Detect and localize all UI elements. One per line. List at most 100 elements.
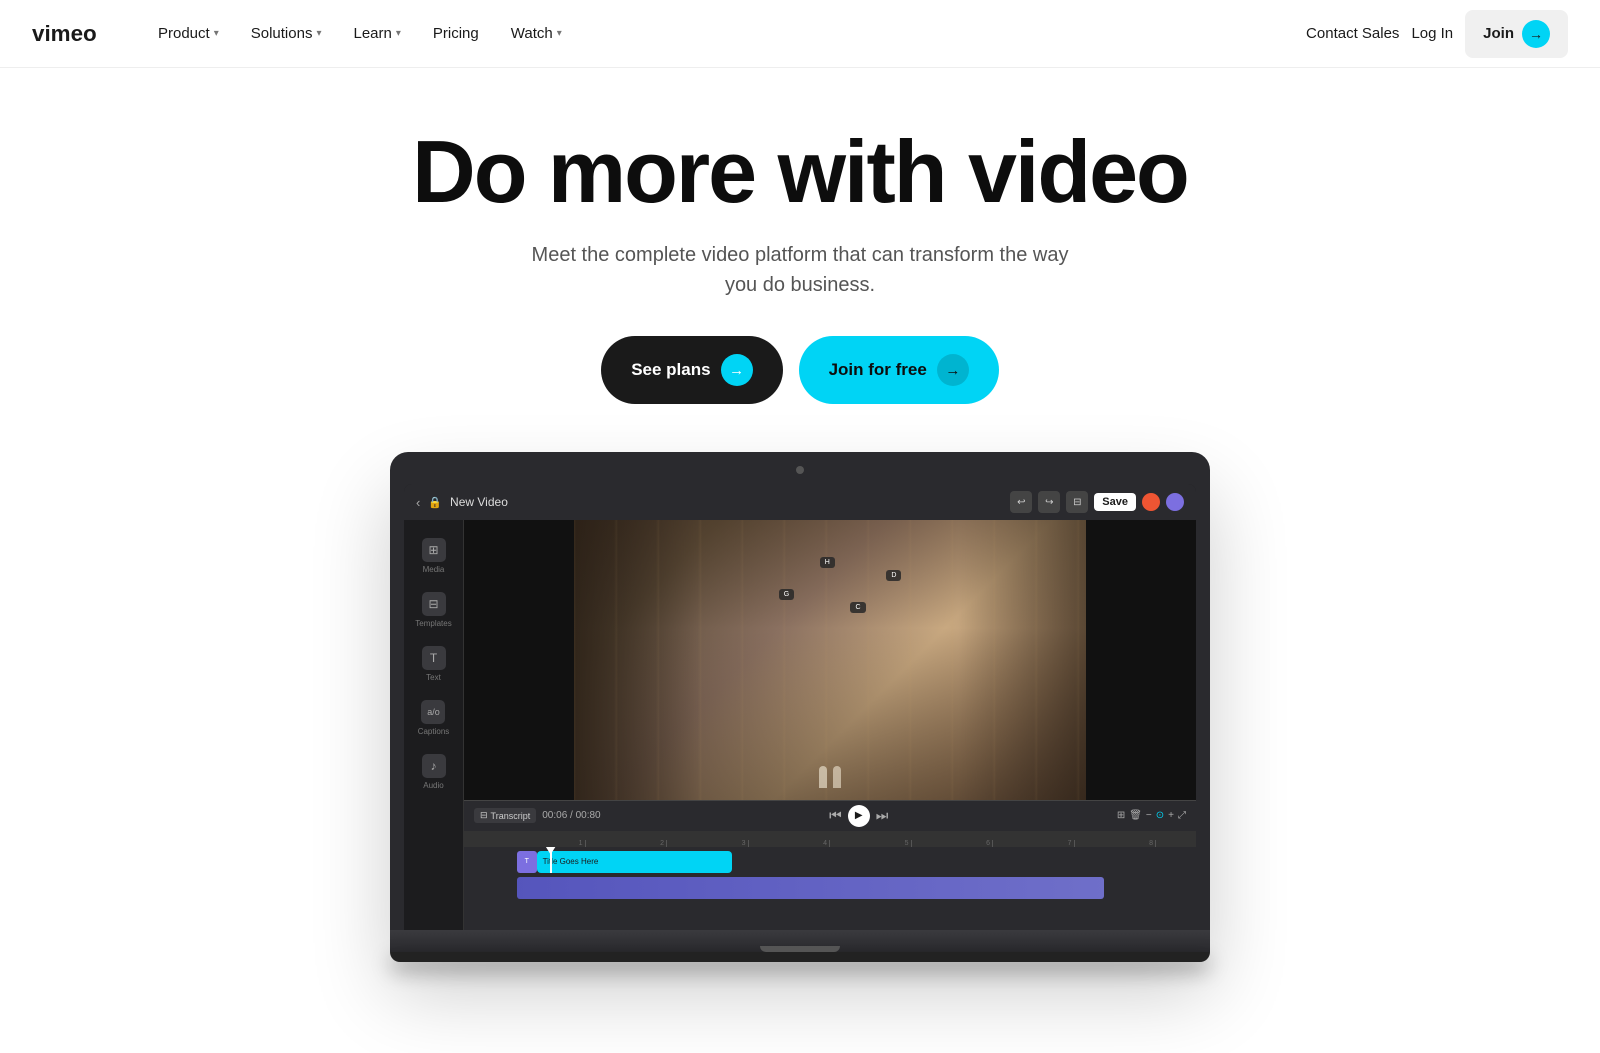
editor-sidebar: ⊞ Media ⊟ Templates T Text a/o	[404, 520, 464, 930]
ruler-mark: 4	[749, 840, 831, 847]
playhead	[550, 851, 552, 873]
play-button[interactable]: ▶	[848, 805, 870, 827]
join-button[interactable]: Join →	[1465, 10, 1568, 58]
transcript-icon: ⊟	[480, 810, 488, 821]
laptop-foot	[390, 952, 1210, 962]
expand-icon[interactable]: ⤢	[1178, 810, 1186, 821]
screen-topbar: ‹ 🔒 New Video ↩ ↪ ⊟ Save	[404, 484, 1196, 520]
nav-right: Contact Sales Log In Join →	[1306, 10, 1568, 58]
timeline-time: 00:06 / 00:80	[542, 810, 600, 821]
svg-text:vimeo: vimeo	[32, 20, 97, 45]
timeline-left: ⊟ Transcript 00:06 / 00:80	[474, 808, 601, 823]
chevron-down-icon: ▾	[557, 28, 562, 39]
vimeo-logo-svg: vimeo	[32, 20, 112, 48]
timeline-ruler: 1 2 3 4 5 6 7 8	[464, 831, 1196, 847]
captions-tool[interactable]: a/o Captions	[412, 694, 456, 742]
ruler-mark: 1	[504, 840, 586, 847]
laptop-mockup: ‹ 🔒 New Video ↩ ↪ ⊟ Save	[390, 452, 1210, 962]
nav-learn[interactable]: Learn ▾	[339, 17, 414, 50]
laptop-screen: ‹ 🔒 New Video ↩ ↪ ⊟ Save	[404, 484, 1196, 930]
media-label: Media	[423, 565, 445, 574]
editor-main: H G D C ⊟	[464, 520, 1196, 930]
audio-tool[interactable]: ♪ Audio	[416, 748, 452, 796]
nav-watch[interactable]: Watch ▾	[497, 17, 576, 50]
media-tool[interactable]: ⊞ Media	[416, 532, 452, 580]
chevron-down-icon: ▾	[316, 28, 321, 39]
chevron-down-icon: ▾	[396, 28, 401, 39]
text-label: Text	[426, 673, 441, 682]
undo-icon[interactable]: ↩	[1010, 491, 1032, 513]
templates-label: Templates	[415, 619, 451, 628]
video-track	[504, 877, 1156, 899]
ruler-mark: 7	[993, 840, 1075, 847]
captions-icon: a/o	[421, 700, 445, 724]
audio-icon: ♪	[422, 754, 446, 778]
text-clip[interactable]: Title Goes Here	[537, 851, 733, 873]
arrow-icon: →	[721, 354, 753, 386]
topbar-title: New Video	[450, 495, 508, 509]
laptop-base	[390, 930, 1210, 952]
hero-buttons: See plans → Join for free →	[601, 336, 999, 404]
text-track: T Title Goes Here	[504, 851, 1156, 873]
laptop-body: ‹ 🔒 New Video ↩ ↪ ⊟ Save	[390, 452, 1210, 952]
templates-tool[interactable]: ⊟ Templates	[409, 586, 457, 634]
navbar: vimeo Product ▾ Solutions ▾ Learn ▾ Pric…	[0, 0, 1600, 68]
split-icon[interactable]: ⊞	[1117, 810, 1125, 821]
hero-section: Do more with video Meet the complete vid…	[0, 68, 1600, 962]
audio-label: Audio	[423, 781, 443, 790]
timeline-playback: ⏮ ▶ ⏭	[829, 805, 888, 827]
video-label-g: G	[779, 589, 794, 600]
captions-icon[interactable]: ⊟	[1066, 491, 1088, 513]
ruler-mark: 5	[830, 840, 912, 847]
text-icon: T	[422, 646, 446, 670]
contact-sales-link[interactable]: Contact Sales	[1306, 25, 1399, 42]
video-preview: H G D C	[574, 520, 1086, 800]
skip-forward-icon[interactable]: ⏭	[876, 807, 889, 824]
arrow-icon: →	[937, 354, 969, 386]
main-video-clip[interactable]	[517, 877, 1104, 899]
logo[interactable]: vimeo	[32, 20, 112, 48]
media-icon: ⊞	[422, 538, 446, 562]
delete-icon[interactable]: 🗑	[1129, 810, 1142, 821]
timeline-tracks: T Title Goes Here	[464, 847, 1196, 930]
nav-solutions[interactable]: Solutions ▾	[237, 17, 336, 50]
ruler-marks: 1 2 3 4 5 6 7 8	[464, 831, 1196, 847]
zoom-out-icon[interactable]: −	[1146, 810, 1152, 821]
text-clip-t[interactable]: T	[517, 851, 537, 873]
topbar-left: ‹ 🔒 New Video	[416, 495, 508, 510]
record-icon	[1142, 493, 1160, 511]
arrow-icon: →	[1522, 20, 1550, 48]
video-label-d: D	[886, 570, 901, 581]
join-free-button[interactable]: Join for free →	[799, 336, 999, 404]
nav-left: vimeo Product ▾ Solutions ▾ Learn ▾ Pric…	[32, 17, 576, 50]
profile-icon	[1166, 493, 1184, 511]
zoom-slider[interactable]: ⊙	[1156, 810, 1164, 821]
timeline-right: ⊞ 🗑 − ⊙ + ⤢	[1117, 810, 1186, 821]
text-tool[interactable]: T Text	[416, 640, 452, 688]
hero-subtitle: Meet the complete video platform that ca…	[520, 240, 1080, 300]
zoom-in-icon[interactable]: +	[1168, 810, 1174, 821]
timeline: ⊟ Transcript 00:06 / 00:80 ⏮ ▶ ⏭	[464, 800, 1196, 930]
ruler-mark: 6	[912, 840, 994, 847]
video-label-h: H	[820, 557, 835, 568]
see-plans-button[interactable]: See plans →	[601, 336, 782, 404]
screen-body: ⊞ Media ⊟ Templates T Text a/o	[404, 520, 1196, 930]
redo-icon[interactable]: ↪	[1038, 491, 1060, 513]
laptop-notch	[760, 946, 840, 952]
templates-icon: ⊟	[422, 592, 446, 616]
lock-icon: 🔒	[428, 496, 442, 509]
ruler-mark: 8	[1075, 840, 1157, 847]
nav-links: Product ▾ Solutions ▾ Learn ▾ Pricing Wa…	[144, 17, 576, 50]
laptop-camera	[796, 466, 804, 474]
topbar-right: ↩ ↪ ⊟ Save	[1010, 491, 1184, 513]
ruler-mark: 2	[586, 840, 668, 847]
skip-back-icon[interactable]: ⏮	[829, 807, 842, 824]
timeline-controls: ⊟ Transcript 00:06 / 00:80 ⏮ ▶ ⏭	[464, 801, 1196, 831]
login-link[interactable]: Log In	[1411, 25, 1453, 42]
chevron-down-icon: ▾	[214, 28, 219, 39]
nav-pricing[interactable]: Pricing	[419, 17, 493, 50]
back-icon[interactable]: ‹	[416, 495, 420, 510]
transcript-button[interactable]: ⊟ Transcript	[474, 808, 536, 823]
save-button[interactable]: Save	[1094, 493, 1136, 511]
nav-product[interactable]: Product ▾	[144, 17, 233, 50]
